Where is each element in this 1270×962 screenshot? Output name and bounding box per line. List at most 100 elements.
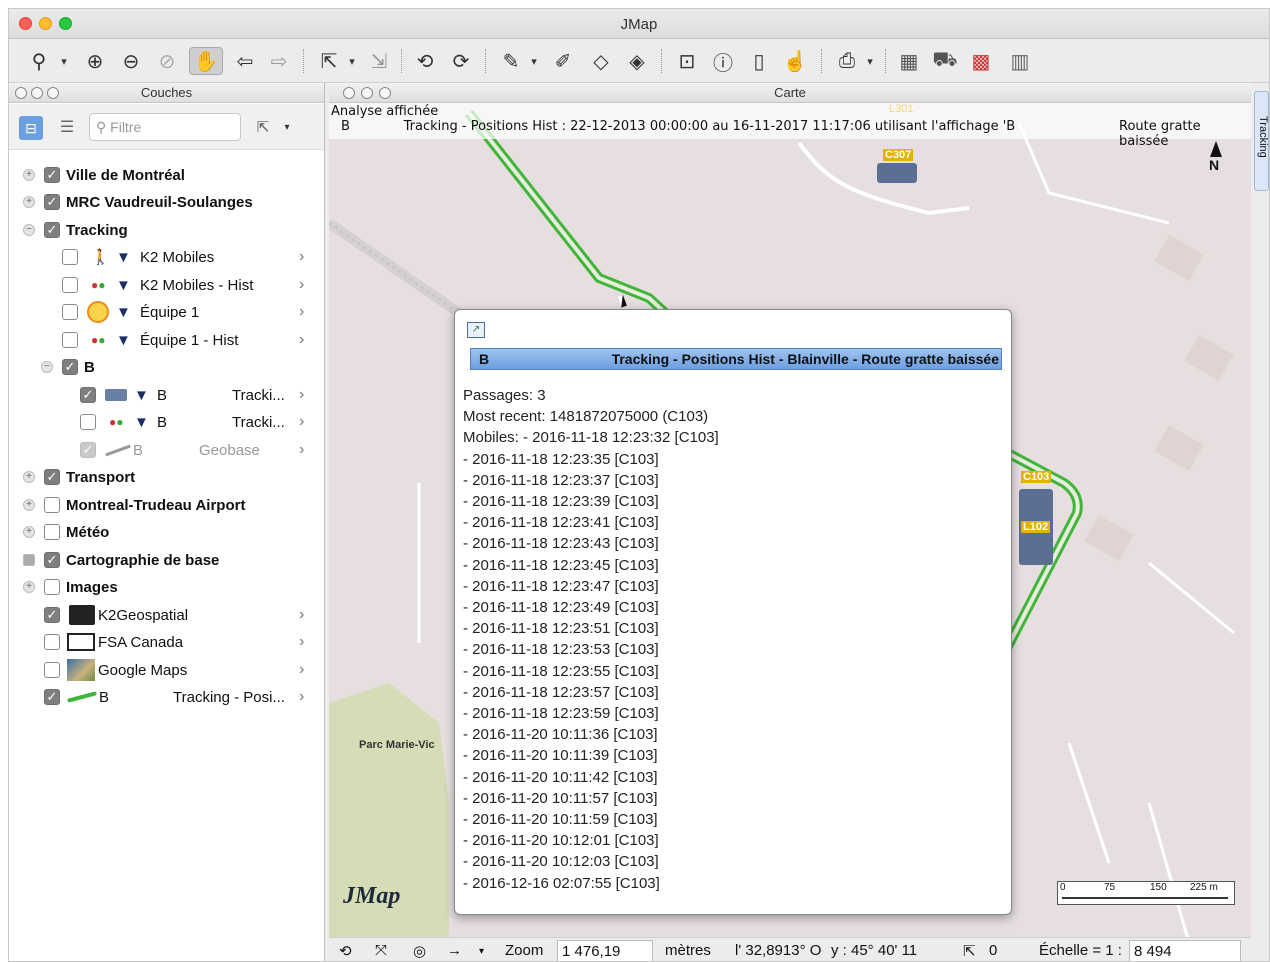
layer-row-equipe-1-hist[interactable]: ●● ▼ Équipe 1 - Hist › [9, 327, 325, 353]
dropdown-arrow-icon[interactable]: ▾ [347, 47, 357, 75]
chevron-right-icon[interactable]: › [299, 606, 304, 624]
layer-row-b-tracking-2[interactable]: ●● ▼ B Tracki... › [9, 409, 325, 435]
layer-checkbox[interactable] [62, 249, 78, 265]
tag-clear-icon[interactable]: ◈ [623, 47, 651, 75]
layer-row-google-maps[interactable]: Google Maps › [9, 657, 325, 683]
vehicle-marker-c307[interactable]: C307 [875, 149, 921, 185]
panel-close-icon[interactable] [343, 87, 355, 99]
chevron-right-icon[interactable]: › [299, 688, 304, 706]
layer-row-b-geobase[interactable]: ✓ B Geobase › [9, 437, 325, 463]
expand-icon[interactable]: + [23, 581, 35, 593]
layer-row-equipe-1[interactable]: ▼ Équipe 1 › [9, 299, 325, 325]
info-icon[interactable]: ⓘ [709, 47, 737, 75]
layer-row-ville-montreal[interactable]: + ✓ Ville de Montréal [9, 162, 325, 188]
layer-row-cartographie[interactable]: ✓ Cartographie de base [9, 547, 325, 573]
list-view-icon[interactable]: ☰ [55, 116, 79, 140]
expand-icon[interactable]: + [23, 471, 35, 483]
zoom-tool-icon[interactable]: ⚲ [25, 47, 53, 75]
document-icon[interactable]: ▯ [745, 47, 773, 75]
speech-icon[interactable]: ◎ [413, 942, 426, 960]
panel-zoom-icon[interactable] [379, 87, 391, 99]
chevron-right-icon[interactable]: › [299, 386, 304, 404]
zoom-extent-icon[interactable]: ⊘ [153, 47, 181, 75]
filter-input[interactable]: ⚲ Filtre [89, 113, 241, 141]
panel-close-icon[interactable] [15, 87, 27, 99]
route-icon[interactable]: → [447, 942, 462, 959]
layer-checkbox[interactable]: ✓ [44, 194, 60, 210]
zoom-out-icon[interactable]: ⊖ [117, 47, 145, 75]
blocks-icon[interactable]: ▩ [967, 47, 995, 75]
chevron-right-icon[interactable]: › [299, 276, 304, 294]
chevron-right-icon[interactable]: › [299, 413, 304, 431]
chevron-right-icon[interactable]: › [299, 661, 304, 679]
collapse-icon[interactable]: − [23, 224, 35, 236]
dropdown-arrow-icon[interactable]: ▾ [479, 946, 484, 957]
layer-checkbox[interactable]: ✓ [44, 469, 60, 485]
layer-row-tracking[interactable]: − ✓ Tracking [9, 217, 325, 243]
refresh-icon[interactable]: ⟲ [339, 942, 352, 960]
chevron-right-icon[interactable]: › [299, 303, 304, 321]
panel-minimize-icon[interactable] [361, 87, 373, 99]
pan-hand-icon[interactable]: ✋ [189, 47, 223, 75]
layer-row-k2-mobiles-hist[interactable]: ●● ▼ K2 Mobiles - Hist › [9, 272, 325, 298]
collapse-icon[interactable]: − [41, 361, 53, 373]
layer-checkbox[interactable] [44, 579, 60, 595]
layer-row-b-group[interactable]: − ✓ B [9, 354, 325, 380]
export-icon[interactable]: ↗ [467, 322, 485, 338]
layer-checkbox[interactable] [62, 277, 78, 293]
print-icon[interactable]: ⎙ [833, 47, 861, 75]
layer-checkbox[interactable]: ✓ [44, 222, 60, 238]
layer-checkbox[interactable]: ✓ [44, 689, 60, 705]
rotate-right-icon[interactable]: ⟳ [447, 47, 475, 75]
layer-row-fsa-canada[interactable]: FSA Canada › [9, 629, 325, 655]
hand-pointer-icon[interactable]: ☝ [781, 47, 809, 75]
chevron-right-icon[interactable]: › [299, 441, 304, 459]
layer-checkbox[interactable] [80, 414, 96, 430]
expand-icon[interactable]: + [23, 526, 35, 538]
report-chart-icon[interactable]: ▥ [1005, 47, 1035, 75]
layer-checkbox[interactable] [62, 304, 78, 320]
layer-checkbox[interactable]: ✓ [44, 167, 60, 183]
layer-checkbox[interactable]: ✓ [80, 442, 96, 458]
vehicle-marker-c103[interactable]: C103 L102 [1019, 471, 1065, 571]
layer-checkbox[interactable]: ✓ [44, 552, 60, 568]
layer-checkbox[interactable]: ✓ [80, 387, 96, 403]
layer-row-meteo[interactable]: + Météo [9, 519, 325, 545]
layer-row-mrc[interactable]: + ✓ MRC Vaudreuil-Soulanges [9, 189, 325, 215]
edit-layer-icon[interactable]: ⊡ [673, 47, 701, 75]
zoom-input[interactable]: 1 476,19 [557, 940, 653, 961]
expand-icon[interactable]: + [23, 169, 35, 181]
layer-row-tracking-positions[interactable]: ✓ B Tracking - Posi... › [9, 684, 325, 710]
forward-arrow-icon[interactable]: ⇨ [265, 47, 293, 75]
scale-input[interactable]: 8 494 [1129, 940, 1241, 961]
zoom-in-icon[interactable]: ⊕ [81, 47, 109, 75]
chevron-right-icon[interactable]: › [299, 633, 304, 651]
measure-icon[interactable]: ✎ [497, 47, 525, 75]
layer-checkbox[interactable] [44, 662, 60, 678]
layer-checkbox[interactable] [62, 332, 78, 348]
select-tool-icon[interactable]: ⇱ [315, 47, 343, 75]
layer-row-airport[interactable]: + Montreal-Trudeau Airport [9, 492, 325, 518]
layer-checkbox[interactable]: ✓ [62, 359, 78, 375]
chevron-right-icon[interactable]: › [299, 248, 304, 266]
map-canvas[interactable]: Analyse affichée B Tracking - Positions … [329, 103, 1251, 937]
fullscreen-icon[interactable]: ⤧ [375, 942, 387, 959]
layer-row-k2-mobiles[interactable]: 🚶 ▼ K2 Mobiles › [9, 244, 325, 270]
layer-checkbox[interactable] [44, 524, 60, 540]
tree-view-icon[interactable]: ⊟ [19, 116, 43, 140]
dropdown-arrow-icon[interactable]: ▾ [865, 47, 875, 75]
dropdown-arrow-icon[interactable]: ▾ [529, 47, 539, 75]
locked-group-icon[interactable] [23, 554, 35, 566]
expand-icon[interactable]: + [23, 499, 35, 511]
tag-icon[interactable]: ◇ [587, 47, 615, 75]
dropdown-arrow-icon[interactable]: ▾ [59, 47, 69, 75]
layer-checkbox[interactable]: ✓ [44, 607, 60, 623]
select-clear-icon[interactable]: ⇲ [365, 47, 393, 75]
measure-clear-icon[interactable]: ✐ [549, 47, 577, 75]
panel-zoom-icon[interactable] [47, 87, 59, 99]
panel-minimize-icon[interactable] [31, 87, 43, 99]
tracking-side-tab[interactable]: Tracking [1254, 91, 1269, 191]
layer-row-transport[interactable]: + ✓ Transport [9, 464, 325, 490]
layer-row-images[interactable]: + Images [9, 574, 325, 600]
rotate-left-icon[interactable]: ⟲ [411, 47, 439, 75]
